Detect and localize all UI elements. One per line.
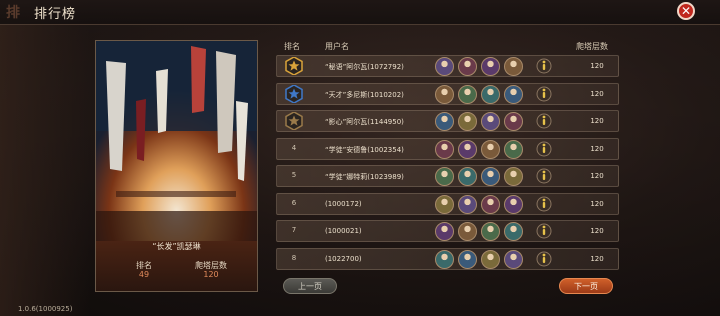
- floor-value: 120: [203, 270, 219, 279]
- hero-portrait-icon[interactable]: [504, 249, 523, 269]
- username: “天才”多尼斯(1010202): [325, 90, 404, 99]
- header-rank: 排名: [284, 42, 300, 51]
- hero-portrait-icon[interactable]: [435, 194, 454, 214]
- next-page-button[interactable]: 下一页: [559, 278, 613, 294]
- team-lineup: [435, 194, 535, 215]
- prev-page-button[interactable]: 上一页: [283, 278, 337, 294]
- team-lineup: [435, 167, 535, 187]
- username: (1022700): [325, 254, 362, 263]
- info-icon[interactable]: [536, 141, 552, 157]
- hero-portrait-icon[interactable]: [504, 112, 523, 131]
- hero-portrait-icon[interactable]: [481, 167, 500, 186]
- table-row[interactable]: 4 “学徒”安德鲁(1002354) 120: [276, 137, 619, 160]
- hero-portrait-icon[interactable]: [458, 112, 477, 131]
- bronze-star-badge: [285, 112, 303, 130]
- username: (1000172): [325, 199, 362, 208]
- username: “秘语”阿尔瓦(1072792): [325, 63, 404, 71]
- hero-portrait-icon[interactable]: [435, 84, 454, 104]
- table-row[interactable]: “秘语”阿尔瓦(1072792) 120: [276, 55, 619, 77]
- hero-portrait-icon[interactable]: [504, 194, 523, 214]
- hero-portrait-icon[interactable]: [458, 84, 477, 104]
- page-title: 排行榜: [34, 7, 77, 22]
- hero-portrait-icon[interactable]: [481, 249, 500, 269]
- rank-value: 49: [138, 270, 150, 279]
- title-bar: 排 排行榜 ✕: [0, 0, 720, 25]
- hero-portrait-icon[interactable]: [458, 57, 477, 76]
- hero-portrait-icon[interactable]: [481, 222, 500, 241]
- title-decoration: 排: [6, 5, 20, 21]
- table-row[interactable]: 8 (1022700) 120: [276, 247, 619, 270]
- info-icon[interactable]: [536, 113, 552, 129]
- floor-count: 120: [590, 227, 604, 235]
- team-lineup: [435, 139, 535, 160]
- hero-portrait-icon[interactable]: [458, 194, 477, 214]
- blue-star-badge: [285, 84, 303, 103]
- table-row[interactable]: “天才”多尼斯(1010202) 120: [276, 82, 619, 105]
- header-username: 用户名: [325, 42, 349, 51]
- champion-name: “长发”凯瑟琳: [152, 242, 201, 251]
- info-icon[interactable]: [536, 168, 552, 184]
- hero-portrait-icon[interactable]: [435, 249, 454, 269]
- username: “影心”阿尔瓦(1144950): [325, 118, 404, 126]
- version-label: 1.0.6(1000925): [18, 305, 73, 313]
- hero-portrait-icon[interactable]: [504, 222, 523, 241]
- floor-count: 120: [590, 254, 604, 263]
- team-lineup: [435, 112, 535, 132]
- close-button[interactable]: ✕: [677, 2, 695, 20]
- hero-portrait-icon[interactable]: [504, 139, 523, 159]
- team-lineup: [435, 222, 535, 242]
- hero-portrait-icon[interactable]: [435, 222, 454, 241]
- rank-number: 6: [291, 198, 297, 207]
- username: (1000021): [325, 227, 362, 235]
- hero-showcase-panel: “长发”凯瑟琳 排名 49 爬塔层数 120: [95, 40, 258, 292]
- floor-count: 120: [590, 117, 604, 125]
- info-icon[interactable]: [536, 223, 552, 239]
- hero-portrait-icon[interactable]: [504, 167, 523, 186]
- hero-portrait-icon[interactable]: [504, 57, 523, 76]
- hero-portrait-icon[interactable]: [435, 139, 454, 159]
- rank-number: 4: [291, 143, 297, 152]
- info-icon[interactable]: [536, 86, 552, 102]
- team-lineup: [435, 57, 535, 77]
- floor-count: 120: [590, 62, 604, 70]
- hero-portrait-icon[interactable]: [435, 112, 454, 131]
- rank-number: 7: [291, 226, 297, 234]
- table-row[interactable]: 5 “学徒”娜特莉(1023989) 120: [276, 165, 619, 187]
- info-icon[interactable]: [536, 251, 552, 267]
- rank-number: 8: [291, 253, 297, 262]
- hero-portrait-icon[interactable]: [481, 57, 500, 76]
- rank-number: 5: [291, 171, 297, 179]
- hero-portrait-icon[interactable]: [481, 194, 500, 214]
- info-icon[interactable]: [536, 196, 552, 212]
- hero-portrait-icon[interactable]: [458, 139, 477, 159]
- hero-portrait-icon[interactable]: [458, 222, 477, 241]
- table-row[interactable]: 7 (1000021) 120: [276, 220, 619, 242]
- leaderboard-list: “秘语”阿尔瓦(1072792) 120 “天才”多尼斯(1010202) 12…: [276, 55, 619, 275]
- hero-portrait-icon[interactable]: [481, 84, 500, 104]
- floor-count: 120: [590, 89, 604, 98]
- header-floor: 爬塔层数: [576, 42, 608, 51]
- table-row[interactable]: “影心”阿尔瓦(1144950) 120: [276, 110, 619, 132]
- username: “学徒”娜特莉(1023989): [325, 173, 404, 181]
- floor-count: 120: [590, 199, 604, 208]
- team-lineup: [435, 249, 535, 270]
- hero-portrait-icon[interactable]: [504, 84, 523, 104]
- team-lineup: [435, 84, 535, 105]
- hero-portrait-icon[interactable]: [458, 249, 477, 269]
- floor-count: 120: [590, 144, 604, 153]
- floor-count: 120: [590, 172, 604, 180]
- hero-portrait-icon[interactable]: [458, 167, 477, 186]
- background-figure: [0, 0, 90, 316]
- close-icon: ✕: [680, 4, 692, 18]
- hero-portrait-icon[interactable]: [481, 139, 500, 159]
- table-row[interactable]: 6 (1000172) 120: [276, 192, 619, 215]
- hero-portrait-icon[interactable]: [435, 57, 454, 76]
- username: “学徒”安德鲁(1002354): [325, 145, 404, 154]
- info-icon[interactable]: [536, 58, 552, 74]
- hero-portrait-icon[interactable]: [435, 167, 454, 186]
- hero-portrait-icon[interactable]: [481, 112, 500, 131]
- gold-star-badge: [285, 57, 303, 75]
